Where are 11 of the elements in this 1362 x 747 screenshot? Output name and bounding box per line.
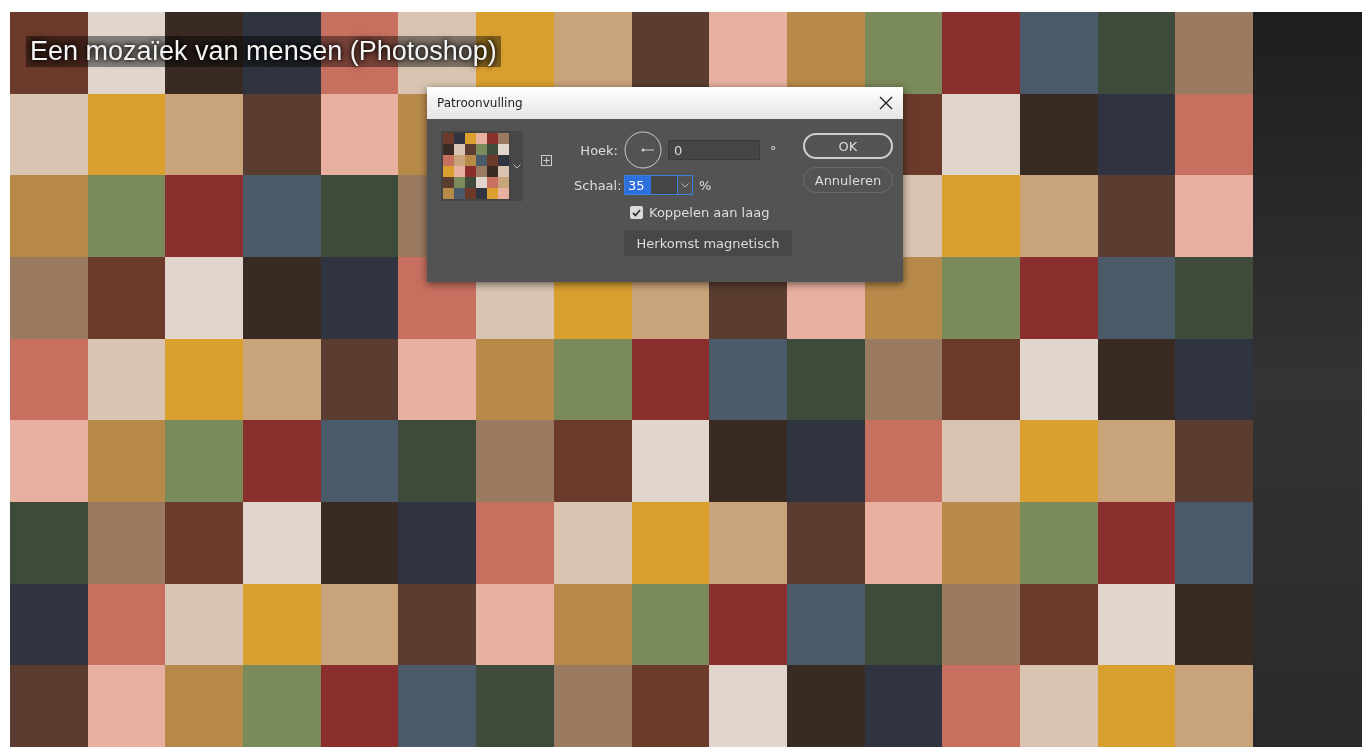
angle-label: Hoek: — [579, 142, 618, 158]
scale-field[interactable]: 35 — [624, 175, 693, 195]
snap-origin-button[interactable]: Herkomst magnetisch — [624, 230, 792, 256]
cancel-button[interactable]: Annuleren — [803, 167, 893, 193]
dialog-title: Patroonvulling — [437, 96, 523, 110]
link-layer-checkbox[interactable]: Koppelen aan laag — [630, 205, 792, 220]
ok-button[interactable]: OK — [803, 133, 893, 159]
degree-unit: ° — [770, 142, 777, 158]
percent-unit: % — [699, 177, 712, 193]
angle-field[interactable]: 0 — [668, 140, 760, 160]
scale-label: Schaal: — [574, 177, 618, 193]
